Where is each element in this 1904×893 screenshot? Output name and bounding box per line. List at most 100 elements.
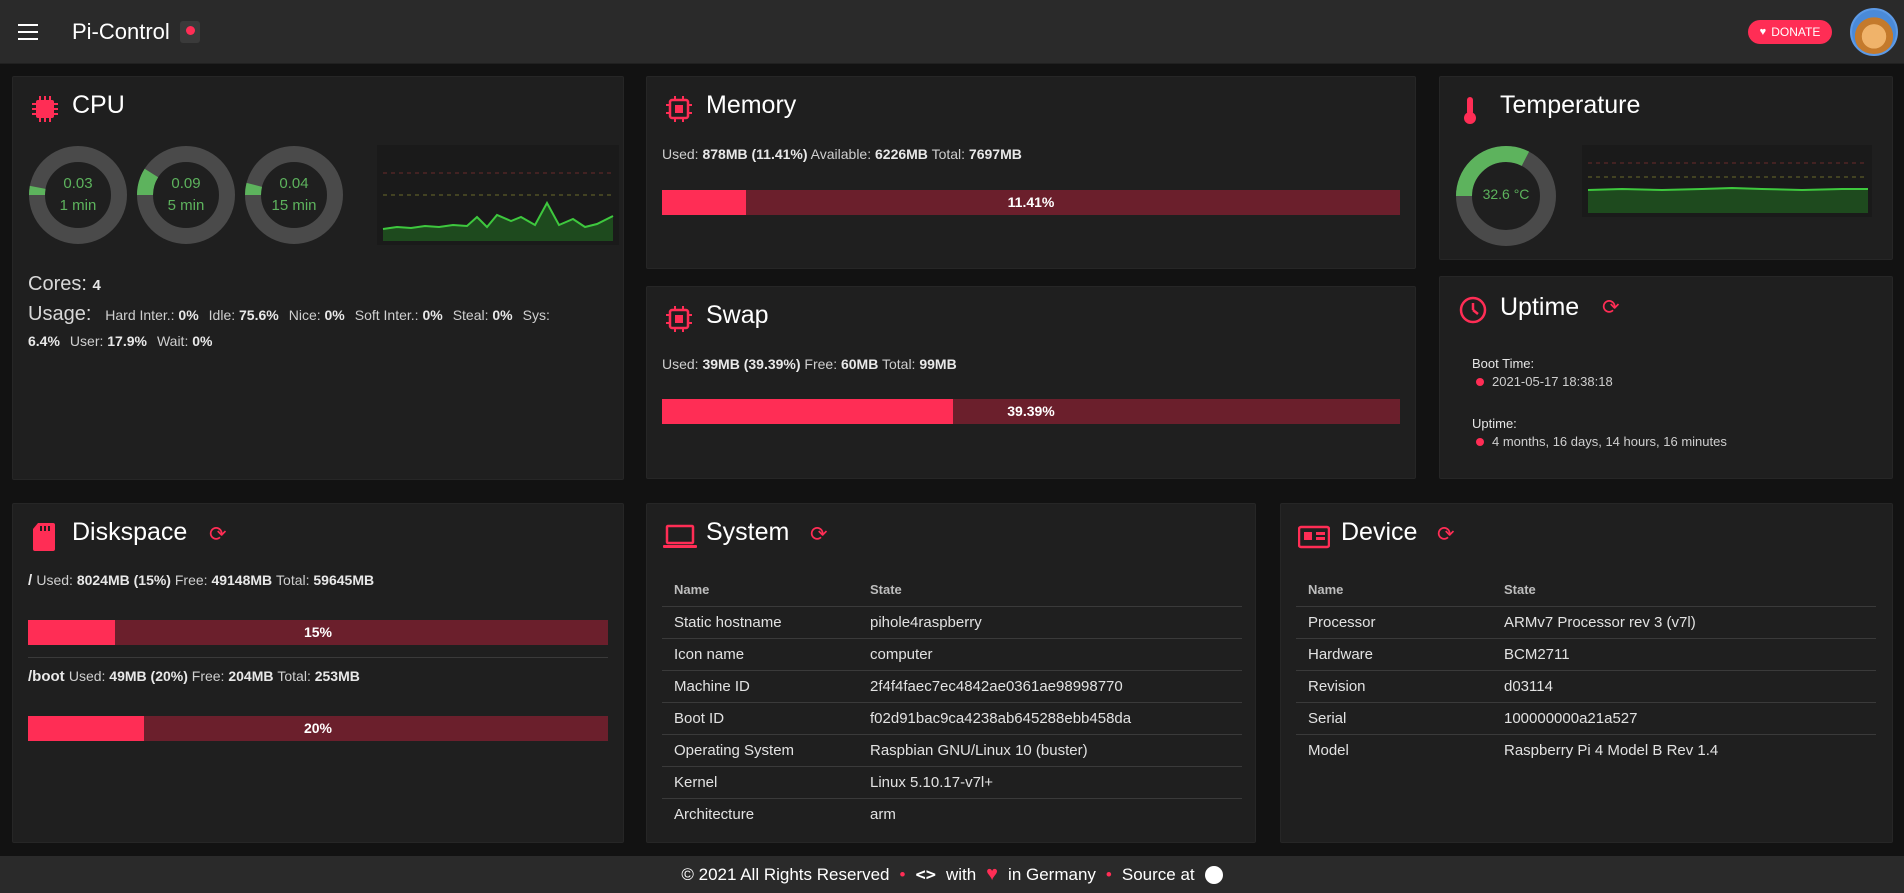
sd-card-icon — [33, 523, 55, 551]
disk-total-value: 253MB — [314, 668, 360, 684]
usage-item: Soft Inter.: 0% — [355, 307, 443, 323]
table-header-row: Name State — [1296, 574, 1876, 607]
cpu-cores: Cores: 4 — [28, 273, 101, 296]
usage-item-label: Steal: — [452, 307, 493, 323]
memory-available-value: 6226MB — [875, 146, 928, 162]
table-cell: d03114 — [1492, 670, 1876, 703]
donate-button[interactable]: ♥ DONATE — [1748, 20, 1832, 44]
table-cell: Hardware — [1296, 638, 1492, 671]
disk-stats: / Used: 8024MB (15%) Free: 49148MB Total… — [28, 572, 374, 589]
swap-free-label: Free: — [804, 356, 838, 372]
device-refresh-icon[interactable]: ⟳ — [1437, 522, 1455, 547]
disk-used-value: 8024MB (15%) — [76, 572, 175, 588]
uptime-label: Uptime: — [1472, 416, 1517, 431]
cpu-title: CPU — [72, 91, 125, 119]
table-row: Serial 100000000a21a527 — [1296, 702, 1876, 735]
disk-progress-label: 20% — [303, 720, 333, 736]
raspberry-logo-icon — [180, 21, 200, 43]
disk-free-label: Free: — [174, 572, 212, 588]
uptime-value: 4 months, 16 days, 14 hours, 16 minutes — [1476, 434, 1727, 449]
disk-used-value: 49MB (20%) — [109, 668, 192, 684]
table-cell: Static hostname — [662, 606, 858, 639]
disk-free-label: Free: — [191, 668, 229, 684]
cpu-load-value: 0.03 — [63, 175, 93, 192]
cpu-load-value: 0.04 — [279, 175, 309, 192]
disk-free-value: 204MB — [228, 668, 278, 684]
table-cell: Operating System — [662, 734, 858, 767]
usage-item-value: 0% — [492, 307, 513, 323]
device-title: Device — [1341, 518, 1418, 546]
table-header-cell: State — [858, 574, 1242, 607]
footer-separator: • — [899, 864, 906, 884]
swap-chip-icon — [666, 306, 692, 332]
cpu-load-period: 1 min — [59, 197, 97, 214]
swap-free-value: 60MB — [840, 356, 879, 372]
usage-item-value: 0% — [422, 307, 443, 323]
cpu-usage: Usage: Hard Inter.: 0% Idle: 75.6% Nice: 0… — [28, 301, 618, 354]
table-header-row: Name State — [662, 574, 1242, 607]
table-cell: Icon name — [662, 638, 858, 671]
usage-item-value: 0% — [324, 307, 345, 323]
clock-icon — [1459, 296, 1487, 324]
table-row: Hardware BCM2711 — [1296, 638, 1876, 671]
cores-value: 4 — [92, 277, 101, 294]
table-cell: Machine ID — [662, 670, 858, 703]
usage-item-value: 0% — [192, 333, 213, 349]
disk-free-value: 49148MB — [211, 572, 277, 588]
usage-item-label: Hard Inter.: — [105, 307, 179, 323]
usage-item-label: Soft Inter.: — [354, 307, 423, 323]
table-row: Static hostname pihole4raspberry — [662, 606, 1242, 639]
table-header-cell: Name — [662, 574, 858, 607]
diskspace-refresh-icon[interactable]: ⟳ — [209, 522, 227, 547]
donate-label: DONATE — [1771, 25, 1821, 39]
usage-item-label: Sys: — [522, 307, 550, 323]
cpu-card: CPU 0.03 1 min 0.09 5 min 0.04 15 min Cores: … — [12, 76, 624, 480]
cpu-load-period: 5 min — [167, 197, 205, 214]
swap-used-label: Used: — [662, 356, 699, 372]
usage-item-value: 6.4% — [28, 333, 60, 349]
table-row: Architecture arm — [662, 798, 1242, 830]
usage-item: Idle: 75.6% — [209, 307, 279, 323]
cpu-history-chart — [377, 145, 619, 245]
swap-total-value: 99MB — [919, 356, 957, 372]
usage-item-value: 0% — [178, 307, 199, 323]
device-table: Name State Processor ARMv7 Processor rev 3 … — [1296, 574, 1876, 766]
table-cell: Serial — [1296, 702, 1492, 735]
heart-icon: ♥ — [986, 863, 999, 885]
usage-item-value: 75.6% — [239, 307, 279, 323]
table-row: Revision d03114 — [1296, 670, 1876, 703]
table-cell: Boot ID — [662, 702, 858, 735]
temperature-card: Temperature 32.6 °C — [1439, 76, 1893, 260]
hamburger-menu-icon[interactable] — [18, 24, 38, 40]
footer-copyright: © 2021 All Rights Reserved — [681, 864, 890, 884]
cpu-load-gauge: 0.09 5 min — [136, 145, 236, 245]
disk-total-value: 59645MB — [313, 572, 375, 588]
table-cell: computer — [858, 638, 1242, 671]
cpu-load-period: 15 min — [271, 197, 317, 214]
memory-card: Memory Used: 878MB (11.41%) Available: 6… — [646, 76, 1416, 269]
swap-total-label: Total: — [881, 356, 916, 372]
boot-time-label: Boot Time: — [1472, 356, 1535, 371]
boot-time-value: 2021-05-17 18:38:18 — [1476, 374, 1613, 389]
temperature-title: Temperature — [1500, 91, 1641, 119]
temperature-gauge: 32.6 °C — [1455, 145, 1557, 247]
cores-label: Cores: — [28, 273, 87, 295]
footer-separator: • — [1105, 864, 1112, 884]
top-bar: Pi-Control ♥ DONATE — [0, 0, 1904, 64]
usage-item: Nice: 0% — [289, 307, 345, 323]
cpu-chip-icon — [32, 96, 58, 122]
table-cell: Kernel — [662, 766, 858, 799]
memory-chip-icon — [666, 96, 692, 122]
system-refresh-icon[interactable]: ⟳ — [810, 522, 828, 547]
swap-progress-bar: 39.39% — [662, 399, 1400, 424]
user-avatar[interactable] — [1850, 8, 1898, 56]
cpu-load-gauge: 0.03 1 min — [28, 145, 128, 245]
temperature-value: 32.6 °C — [1482, 186, 1530, 202]
usage-item-label: Wait: — [156, 333, 193, 349]
github-icon[interactable] — [1204, 865, 1223, 884]
code-icon: <> — [915, 864, 936, 885]
usage-item: Wait: 0% — [157, 333, 213, 349]
usage-item: Steal: 0% — [453, 307, 513, 323]
uptime-refresh-icon[interactable]: ⟳ — [1602, 295, 1620, 320]
memory-title: Memory — [706, 91, 797, 119]
